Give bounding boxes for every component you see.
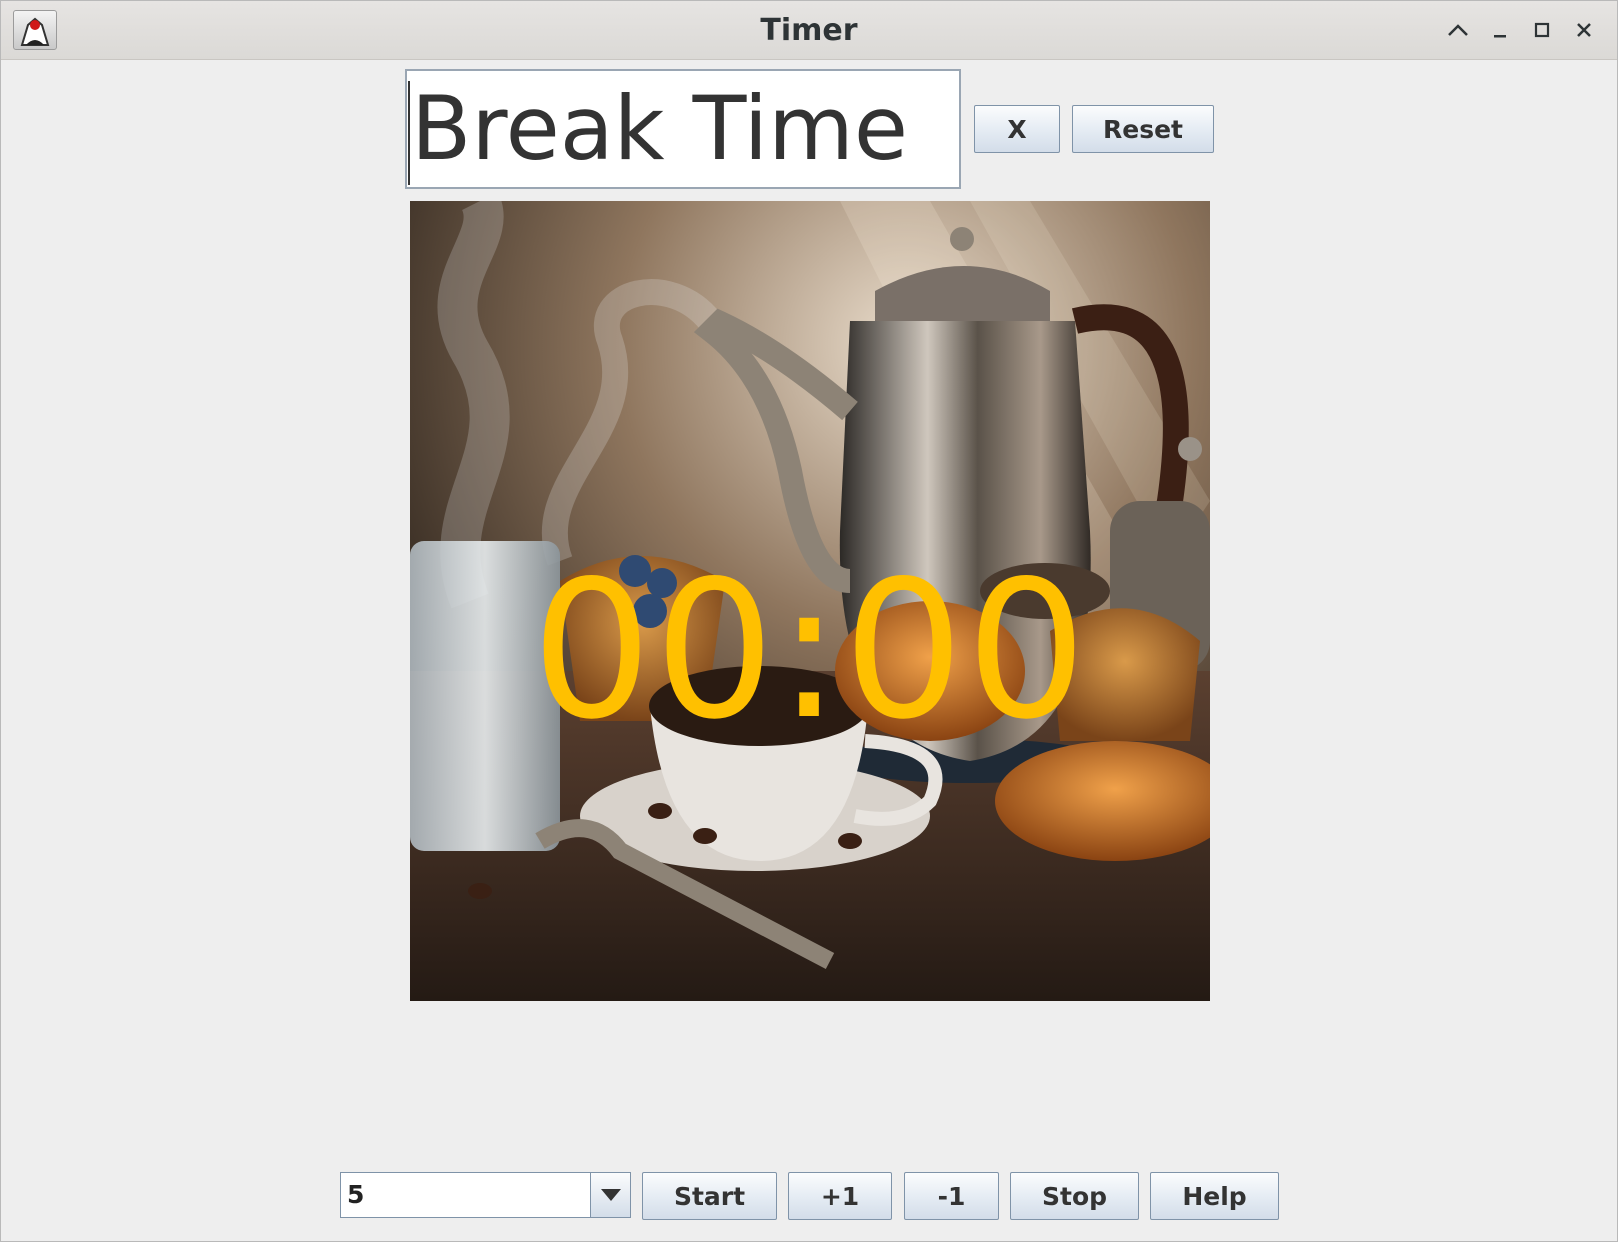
minutes-select-value: 5	[347, 1180, 365, 1209]
help-button[interactable]: Help	[1150, 1172, 1279, 1220]
window-title: Timer	[760, 13, 858, 48]
title-bar: Timer	[1, 1, 1617, 60]
text-caret	[408, 81, 410, 185]
subtract-minute-button[interactable]: -1	[904, 1172, 999, 1220]
chevron-down-icon[interactable]	[590, 1173, 630, 1217]
clear-title-button[interactable]: X	[974, 105, 1060, 153]
stop-button[interactable]: Stop	[1010, 1172, 1139, 1220]
close-icon[interactable]	[1567, 13, 1601, 47]
add-minute-button[interactable]: +1	[788, 1172, 892, 1220]
break-background-image: 00:00	[410, 201, 1210, 1001]
reset-button[interactable]: Reset	[1072, 105, 1214, 153]
maximize-icon[interactable]	[1525, 13, 1559, 47]
countdown-display: 00:00	[531, 540, 1089, 761]
timer-window: Timer Break Time X Reset 00:00 5 Start +…	[0, 0, 1618, 1242]
minutes-select[interactable]: 5	[340, 1172, 631, 1218]
chevron-up-icon[interactable]	[1441, 13, 1475, 47]
minimize-icon[interactable]	[1483, 13, 1517, 47]
timer-title-input[interactable]: Break Time	[405, 69, 961, 189]
start-button[interactable]: Start	[642, 1172, 777, 1220]
